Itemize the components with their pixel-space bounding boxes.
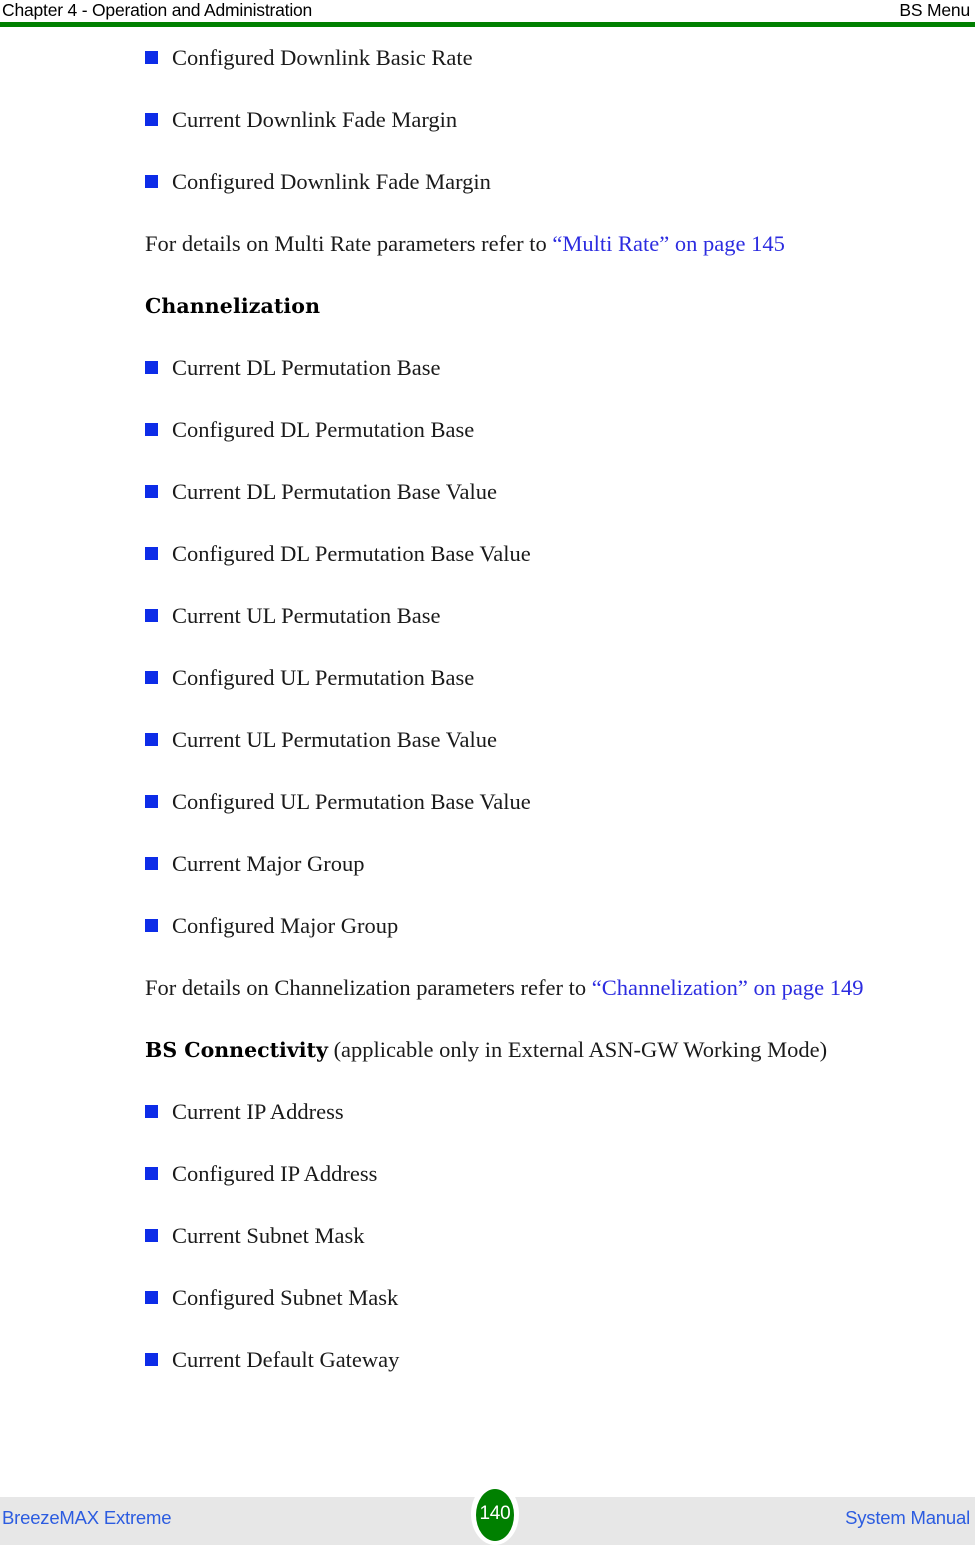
footer-product-name: BreezeMAX Extreme: [2, 1507, 172, 1528]
bullet-item-label: Current Downlink Fade Margin: [172, 107, 458, 132]
bullet-item-label: Current IP Address: [172, 1099, 344, 1124]
square-bullet-icon: [145, 609, 158, 622]
cross-reference-link[interactable]: “Multi Rate” on page 145: [552, 231, 784, 256]
bullet-item-label: Current DL Permutation Base Value: [172, 479, 497, 504]
bullet-list-item: Configured UL Permutation Base Value: [0, 771, 975, 833]
square-bullet-icon: [145, 919, 158, 932]
bullet-list-item: Configured DL Permutation Base Value: [0, 523, 975, 585]
page-number-badge: 140: [471, 1483, 519, 1545]
square-bullet-icon: [145, 547, 158, 560]
bullet-item-label: Current Major Group: [172, 851, 365, 876]
cross-reference-paragraph: For details on Channelization parameters…: [0, 957, 975, 1019]
square-bullet-icon: [145, 1353, 158, 1366]
header-chapter-title: Chapter 4 - Operation and Administration: [2, 0, 313, 20]
bullet-list-item: Current UL Permutation Base Value: [0, 709, 975, 771]
square-bullet-icon: [145, 1229, 158, 1242]
square-bullet-icon: [145, 175, 158, 188]
bullet-list-item: Configured Downlink Fade Margin: [0, 151, 975, 213]
bullet-list-item: Current Downlink Fade Margin: [0, 89, 975, 151]
bullet-list-item: Current Major Group: [0, 833, 975, 895]
footer-document-title: System Manual: [845, 1507, 970, 1528]
bullet-item-label: Configured DL Permutation Base Value: [172, 541, 531, 566]
bullet-item-label: Configured IP Address: [172, 1161, 378, 1186]
section-heading-note: (applicable only in External ASN-GW Work…: [327, 1037, 828, 1062]
bullet-item-label: Current Subnet Mask: [172, 1223, 365, 1248]
bullet-item-label: Current UL Permutation Base Value: [172, 727, 497, 752]
bullet-item-label: Configured UL Permutation Base: [172, 665, 475, 690]
section-heading-with-note: BS Connectivity (applicable only in Exte…: [0, 1019, 975, 1081]
bullet-item-label: Configured UL Permutation Base Value: [172, 789, 531, 814]
square-bullet-icon: [145, 1167, 158, 1180]
square-bullet-icon: [145, 795, 158, 808]
square-bullet-icon: [145, 113, 158, 126]
page-number-label: 140: [479, 1503, 511, 1524]
header-section-title: BS Menu: [899, 0, 970, 20]
square-bullet-icon: [145, 485, 158, 498]
bullet-item-label: Configured Major Group: [172, 913, 399, 938]
bullet-list-item: Current DL Permutation Base: [0, 337, 975, 399]
bullet-list-item: Current Subnet Mask: [0, 1205, 975, 1267]
bullet-item-label: Current Default Gateway: [172, 1347, 400, 1372]
bullet-list-item: Configured UL Permutation Base: [0, 647, 975, 709]
bullet-list-item: Current UL Permutation Base: [0, 585, 975, 647]
bullet-list-item: Configured Major Group: [0, 895, 975, 957]
square-bullet-icon: [145, 1105, 158, 1118]
bullet-list-item: Configured IP Address: [0, 1143, 975, 1205]
square-bullet-icon: [145, 361, 158, 374]
bullet-list-item: Current DL Permutation Base Value: [0, 461, 975, 523]
square-bullet-icon: [145, 423, 158, 436]
paragraph-text: For details on Multi Rate parameters ref…: [145, 231, 553, 256]
section-heading-label: BS Connectivity: [145, 1038, 328, 1062]
bullet-list-item: Current IP Address: [0, 1081, 975, 1143]
bullet-item-label: Configured DL Permutation Base: [172, 417, 475, 442]
bullet-list-item: Configured DL Permutation Base: [0, 399, 975, 461]
bullet-item-label: Current UL Permutation Base: [172, 603, 441, 628]
bullet-list-item: Configured Subnet Mask: [0, 1267, 975, 1329]
bullet-list-item: Current Default Gateway: [0, 1329, 975, 1391]
square-bullet-icon: [145, 733, 158, 746]
square-bullet-icon: [145, 51, 158, 64]
cross-reference-paragraph: For details on Multi Rate parameters ref…: [0, 213, 975, 275]
cross-reference-link[interactable]: “Channelization” on page 149: [592, 975, 864, 1000]
bullet-item-label: Configured Downlink Basic Rate: [172, 45, 473, 70]
bullet-item-label: Configured Subnet Mask: [172, 1285, 399, 1310]
bullet-item-label: Configured Downlink Fade Margin: [172, 169, 491, 194]
page-content: Configured Downlink Basic Rate Current Do…: [0, 27, 975, 1391]
square-bullet-icon: [145, 857, 158, 870]
bullet-item-label: Current DL Permutation Base: [172, 355, 441, 380]
paragraph-text: For details on Channelization parameters…: [145, 975, 592, 1000]
square-bullet-icon: [145, 1291, 158, 1304]
square-bullet-icon: [145, 671, 158, 684]
bullet-list-item: Configured Downlink Basic Rate: [0, 27, 975, 89]
section-heading: Channelization: [145, 294, 321, 318]
